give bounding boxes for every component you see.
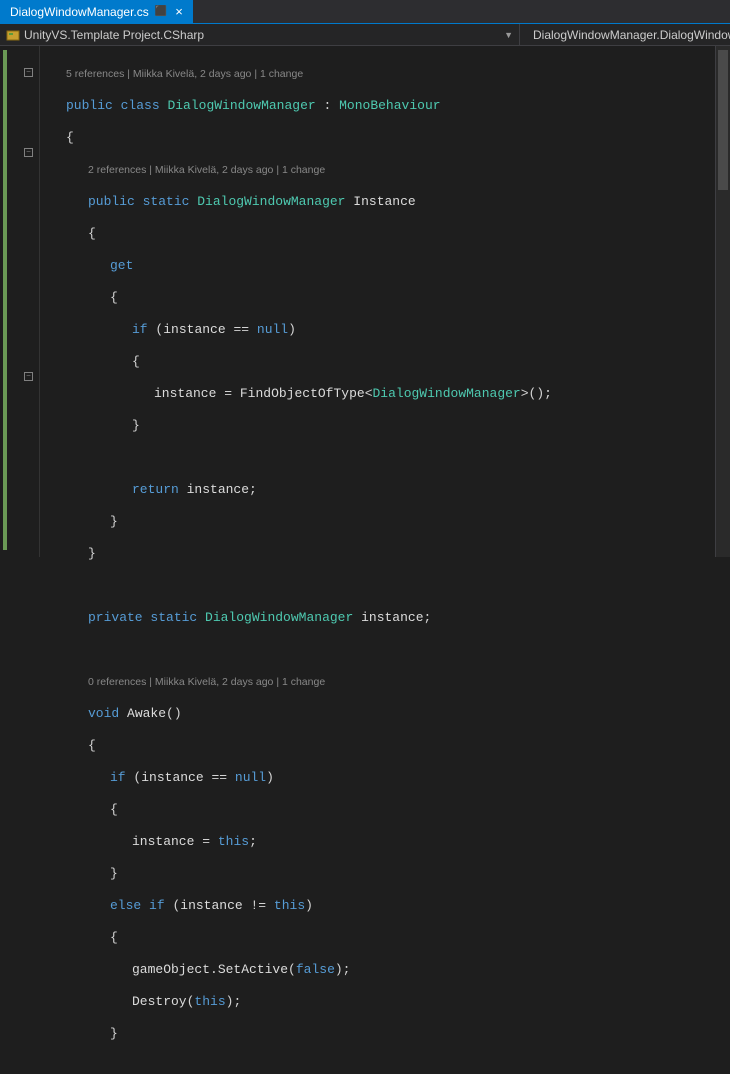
code-line: gameObject.SetActive(false);	[44, 962, 730, 978]
gutter: − − −	[0, 46, 40, 557]
code-line: public class DialogWindowManager : MonoB…	[44, 98, 730, 114]
file-tab[interactable]: DialogWindowManager.cs ⬛ ×	[0, 0, 193, 23]
blank-line	[44, 578, 730, 594]
nav-bar: UnityVS.Template Project.CSharp ▼ Dialog…	[0, 24, 730, 46]
code-line: }	[44, 546, 730, 562]
code-area[interactable]: 5 references | Miikka Kivelä, 2 days ago…	[40, 46, 730, 557]
code-line: {	[44, 290, 730, 306]
vertical-scrollbar[interactable]	[715, 46, 730, 557]
code-line: {	[44, 130, 730, 146]
codelens[interactable]: 2 references | Miikka Kivelä, 2 days ago…	[44, 162, 730, 178]
code-line: {	[44, 930, 730, 946]
code-line: {	[44, 226, 730, 242]
blank-line	[44, 642, 730, 658]
code-line: {	[44, 738, 730, 754]
nav-left-label: UnityVS.Template Project.CSharp	[24, 28, 204, 42]
scrollbar-thumb[interactable]	[718, 50, 728, 190]
fold-toggle[interactable]: −	[24, 372, 33, 381]
method-icon	[522, 30, 530, 38]
codelens[interactable]: 0 references | Miikka Kivelä, 2 days ago…	[44, 674, 730, 690]
editor[interactable]: − − − 5 references | Miikka Kivelä, 2 da…	[0, 46, 730, 557]
code-line: }	[44, 514, 730, 530]
chevron-down-icon[interactable]: ▼	[504, 30, 513, 40]
change-indicator	[3, 50, 7, 550]
code-line: void Awake()	[44, 706, 730, 722]
csharp-project-icon	[6, 28, 20, 42]
code-line: }	[44, 866, 730, 882]
code-line: }	[44, 1026, 730, 1042]
code-line: else if (instance != this)	[44, 898, 730, 914]
pin-icon[interactable]: ⬛	[155, 6, 167, 17]
code-line: Destroy(this);	[44, 994, 730, 1010]
codelens[interactable]: 5 references | Miikka Kivelä, 2 days ago…	[44, 66, 730, 82]
fold-toggle[interactable]: −	[24, 148, 33, 157]
code-line: instance = this;	[44, 834, 730, 850]
close-icon[interactable]: ×	[173, 4, 185, 19]
code-line: if (instance == null)	[44, 770, 730, 786]
tab-filename: DialogWindowManager.cs	[10, 5, 149, 19]
code-line: private static DialogWindowManager insta…	[44, 610, 730, 626]
nav-scope-member[interactable]: DialogWindowManager.DialogWindow	[520, 24, 730, 45]
code-line: if (instance == null)	[44, 322, 730, 338]
code-line: {	[44, 354, 730, 370]
code-line: return instance;	[44, 482, 730, 498]
code-line: {	[44, 802, 730, 818]
code-line: }	[44, 418, 730, 434]
code-line: get	[44, 258, 730, 274]
tab-bar: DialogWindowManager.cs ⬛ ×	[0, 0, 730, 24]
code-line: instance = FindObjectOfType<DialogWindow…	[44, 386, 730, 402]
code-line: public static DialogWindowManager Instan…	[44, 194, 730, 210]
nav-scope-project[interactable]: UnityVS.Template Project.CSharp ▼	[0, 24, 520, 45]
blank-line	[44, 450, 730, 466]
fold-toggle[interactable]: −	[24, 68, 33, 77]
nav-right-label: DialogWindowManager.DialogWindow	[533, 28, 730, 42]
